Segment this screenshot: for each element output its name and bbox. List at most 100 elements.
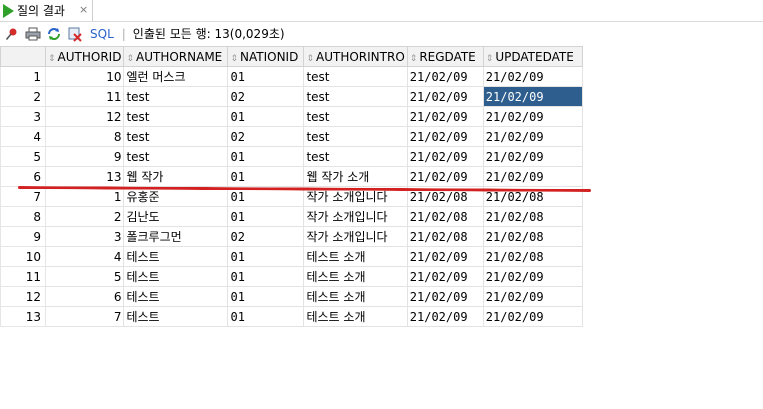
cell-updatedate[interactable]: 21/02/09 — [482, 126, 583, 147]
cell-authorid[interactable]: 4 — [44, 246, 125, 267]
cell-regdate[interactable]: 21/02/09 — [406, 126, 484, 147]
table-row[interactable]: 9 3 폴크루그먼 02 작가 소개입니다 21/02/08 21/02/08 — [0, 226, 583, 247]
column-header-regdate[interactable]: ⇕ REGDATE — [406, 46, 484, 67]
cell-authorintro[interactable]: test — [303, 126, 408, 147]
cell-regdate[interactable]: 21/02/09 — [406, 146, 484, 167]
cell-authorname[interactable]: test — [123, 126, 229, 147]
cell-authorid[interactable]: 1 — [44, 186, 125, 207]
sort-icon[interactable]: ⇕ — [48, 54, 56, 64]
cell-authorname[interactable]: test — [123, 106, 229, 127]
cell-authorintro[interactable]: 작가 소개입니다 — [303, 226, 408, 247]
refresh-icon[interactable] — [45, 25, 63, 43]
cell-nationid[interactable]: 01 — [227, 246, 305, 267]
cell-regdate[interactable]: 21/02/09 — [406, 86, 484, 107]
row-number[interactable]: 6 — [0, 166, 46, 187]
row-number[interactable]: 9 — [0, 226, 46, 247]
cell-authorintro[interactable]: 작가 소개입니다 — [303, 206, 408, 227]
table-row[interactable]: 3 12 test 01 test 21/02/09 21/02/09 — [0, 106, 583, 127]
pin-icon[interactable] — [3, 25, 21, 43]
cell-regdate[interactable]: 21/02/08 — [406, 206, 484, 227]
cell-authorname[interactable]: test — [123, 86, 229, 107]
row-number[interactable]: 12 — [0, 286, 46, 307]
cell-authorintro[interactable]: 테스트 소개 — [303, 266, 408, 287]
cell-regdate[interactable]: 21/02/09 — [406, 306, 484, 327]
table-row[interactable]: 12 6 테스트 01 테스트 소개 21/02/09 21/02/09 — [0, 286, 583, 307]
row-number[interactable]: 2 — [0, 86, 46, 107]
table-row[interactable]: 5 9 test 01 test 21/02/09 21/02/09 — [0, 146, 583, 167]
cell-authorname[interactable]: 폴크루그먼 — [123, 226, 229, 247]
sort-icon[interactable]: ⇕ — [486, 54, 494, 64]
cell-authorintro[interactable]: test — [303, 106, 408, 127]
cell-authorid[interactable]: 11 — [44, 86, 125, 107]
cell-nationid[interactable]: 01 — [227, 66, 305, 87]
cell-authorid[interactable]: 10 — [44, 66, 125, 87]
cell-updatedate[interactable]: 21/02/08 — [482, 206, 583, 227]
cell-updatedate[interactable]: 21/02/09 — [482, 166, 583, 187]
print-icon[interactable] — [24, 25, 42, 43]
row-number[interactable]: 5 — [0, 146, 46, 167]
cell-regdate[interactable]: 21/02/09 — [406, 106, 484, 127]
column-header-authorname[interactable]: ⇕ AUTHORNAME — [123, 46, 229, 67]
cell-nationid[interactable]: 01 — [227, 166, 305, 187]
row-number[interactable]: 11 — [0, 266, 46, 287]
column-header-updatedate[interactable]: ⇕ UPDATEDATE — [482, 46, 583, 67]
cell-authorintro[interactable]: test — [303, 86, 408, 107]
row-number[interactable]: 3 — [0, 106, 46, 127]
cell-updatedate[interactable]: 21/02/09 — [482, 286, 583, 307]
cell-authorname[interactable]: 김난도 — [123, 206, 229, 227]
cell-updatedate[interactable]: 21/02/08 — [482, 226, 583, 247]
cell-nationid[interactable]: 02 — [227, 86, 305, 107]
sql-link[interactable]: SQL — [90, 27, 114, 41]
cell-authorid[interactable]: 12 — [44, 106, 125, 127]
cell-authorname[interactable]: 테스트 — [123, 266, 229, 287]
row-number[interactable]: 7 — [0, 186, 46, 207]
cell-authorid[interactable]: 9 — [44, 146, 125, 167]
row-number[interactable]: 1 — [0, 66, 46, 87]
table-row[interactable]: 10 4 테스트 01 테스트 소개 21/02/09 21/02/08 — [0, 246, 583, 267]
cell-regdate[interactable]: 21/02/08 — [406, 226, 484, 247]
cell-nationid[interactable]: 01 — [227, 206, 305, 227]
cell-authorname[interactable]: 테스트 — [123, 286, 229, 307]
cell-nationid[interactable]: 01 — [227, 106, 305, 127]
cell-regdate[interactable]: 21/02/09 — [406, 246, 484, 267]
tab-query-result[interactable]: 질의 결과 × — [0, 0, 93, 21]
sort-icon[interactable]: ⇕ — [306, 54, 314, 64]
cell-authorintro[interactable]: 테스트 소개 — [303, 246, 408, 267]
cell-authorintro[interactable]: 테스트 소개 — [303, 306, 408, 327]
cell-regdate[interactable]: 21/02/09 — [406, 286, 484, 307]
cell-regdate[interactable]: 21/02/09 — [406, 166, 484, 187]
table-row[interactable]: 1 10 엘런 머스크 01 test 21/02/09 21/02/09 — [0, 66, 583, 87]
row-number[interactable]: 8 — [0, 206, 46, 227]
cell-nationid[interactable]: 01 — [227, 266, 305, 287]
cell-authorid[interactable]: 13 — [44, 166, 125, 187]
close-icon[interactable]: × — [79, 3, 88, 16]
column-header-authorintro[interactable]: ⇕ AUTHORINTRO — [303, 46, 408, 67]
sort-icon[interactable]: ⇕ — [126, 54, 134, 64]
cell-authorname[interactable]: 테스트 — [123, 246, 229, 267]
cell-updatedate[interactable]: 21/02/09 — [482, 66, 583, 87]
cell-nationid[interactable]: 02 — [227, 226, 305, 247]
cell-authorname[interactable]: 엘런 머스크 — [123, 66, 229, 87]
cell-updatedate-selected[interactable]: 21/02/09 — [482, 86, 583, 107]
cell-authorid[interactable]: 2 — [44, 206, 125, 227]
cell-updatedate[interactable]: 21/02/09 — [482, 106, 583, 127]
cell-nationid[interactable]: 01 — [227, 306, 305, 327]
cell-authorid[interactable]: 6 — [44, 286, 125, 307]
cell-authorid[interactable]: 8 — [44, 126, 125, 147]
cell-regdate[interactable]: 21/02/09 — [406, 66, 484, 87]
cell-updatedate[interactable]: 21/02/09 — [482, 266, 583, 287]
cell-authorintro[interactable]: test — [303, 146, 408, 167]
clear-icon[interactable] — [66, 25, 84, 43]
cell-authorname[interactable]: test — [123, 146, 229, 167]
cell-nationid[interactable]: 01 — [227, 146, 305, 167]
sort-icon[interactable]: ⇕ — [410, 54, 418, 64]
table-row[interactable]: 6 13 웹 작가 01 웹 작가 소개 21/02/09 21/02/09 — [0, 166, 583, 187]
cell-regdate[interactable]: 21/02/09 — [406, 266, 484, 287]
table-row[interactable]: 11 5 테스트 01 테스트 소개 21/02/09 21/02/09 — [0, 266, 583, 287]
cell-authorid[interactable]: 3 — [44, 226, 125, 247]
cell-updatedate[interactable]: 21/02/09 — [482, 146, 583, 167]
cell-authorintro[interactable]: 테스트 소개 — [303, 286, 408, 307]
table-row[interactable]: 2 11 test 02 test 21/02/09 21/02/09 — [0, 86, 583, 107]
table-row[interactable]: 13 7 테스트 01 테스트 소개 21/02/09 21/02/09 — [0, 306, 583, 327]
cell-authorintro[interactable]: 웹 작가 소개 — [303, 166, 408, 187]
